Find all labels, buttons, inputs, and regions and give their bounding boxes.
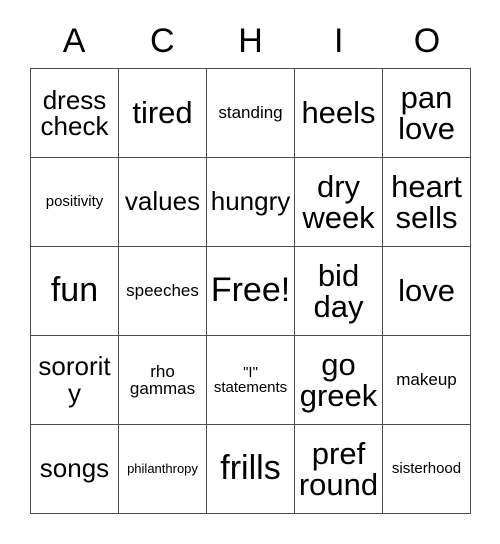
bingo-cell[interactable]: philanthropy xyxy=(119,425,207,514)
bingo-cell-label: "I" statements xyxy=(213,364,288,396)
bingo-row: fun speeches Free! bid day love xyxy=(31,247,471,336)
bingo-cell[interactable]: fun xyxy=(31,247,119,336)
bingo-cell-label: songs xyxy=(39,453,110,484)
bingo-cell-label: pref round xyxy=(298,436,379,502)
bingo-row: songs philanthropy frills pref round sisterh… xyxy=(31,425,471,514)
bingo-cell-free[interactable]: Free! xyxy=(207,247,295,336)
bingo-cell[interactable]: speeches xyxy=(119,247,207,336)
bingo-cell[interactable]: values xyxy=(119,158,207,247)
bingo-cell-label: heart sells xyxy=(391,169,462,235)
bingo-cell[interactable]: rho gammas xyxy=(119,336,207,425)
bingo-cell-label: Free! xyxy=(210,271,291,310)
bingo-cell-label: dress check xyxy=(40,85,109,141)
bingo-cell-label: pan love xyxy=(398,80,455,146)
header-letter-1: C xyxy=(150,22,175,60)
bingo-cell[interactable]: hungry xyxy=(207,158,295,247)
bingo-cell-label: dry week xyxy=(302,169,375,235)
bingo-cell[interactable]: sorority xyxy=(31,336,119,425)
bingo-cell-label: heels xyxy=(301,94,376,130)
bingo-cell[interactable]: tired xyxy=(119,69,207,158)
bingo-cell[interactable]: dress check xyxy=(31,69,119,158)
bingo-cell-label: fun xyxy=(50,271,99,310)
bingo-cell[interactable]: "I" statements xyxy=(207,336,295,425)
bingo-cell[interactable]: songs xyxy=(31,425,119,514)
header-letter-3: I xyxy=(333,22,344,60)
bingo-cell-label: speeches xyxy=(126,281,199,301)
bingo-cell-label: rho gammas xyxy=(129,362,196,398)
bingo-cell[interactable]: love xyxy=(383,247,471,336)
bingo-cell-label: values xyxy=(124,186,201,217)
header-letter-4: O xyxy=(413,22,441,60)
bingo-cell[interactable]: standing xyxy=(207,69,295,158)
bingo-cell[interactable]: sisterhood xyxy=(383,425,471,514)
bingo-cell-label: philanthropy xyxy=(127,461,198,477)
bingo-cell-label: tired xyxy=(132,94,193,130)
bingo-cell[interactable]: positivity xyxy=(31,158,119,247)
bingo-cell-label: sorority xyxy=(38,350,111,408)
bingo-row: positivity values hungry dry week heart sell… xyxy=(31,158,471,247)
bingo-cell-label: bid day xyxy=(313,258,364,324)
bingo-cell-label: frills xyxy=(220,449,281,488)
bingo-cell-label: makeup xyxy=(396,370,457,390)
bingo-cell[interactable]: dry week xyxy=(295,158,383,247)
header-letter-0: A xyxy=(62,22,86,60)
bingo-cell-label: sisterhood xyxy=(391,460,462,478)
header-letter-2: H xyxy=(238,22,263,60)
bingo-cell-label: positivity xyxy=(45,193,104,211)
bingo-cell-label: standing xyxy=(218,103,283,123)
bingo-cell[interactable]: makeup xyxy=(383,336,471,425)
bingo-cell[interactable]: pref round xyxy=(295,425,383,514)
bingo-cell[interactable]: bid day xyxy=(295,247,383,336)
bingo-cell[interactable]: heart sells xyxy=(383,158,471,247)
bingo-row: dress check tired standing heels pan love xyxy=(31,69,471,158)
bingo-cell-label: go greek xyxy=(299,347,378,413)
bingo-cell-label: hungry xyxy=(210,186,291,217)
bingo-card: A C H I O dress check tired standing heels p… xyxy=(0,0,500,544)
bingo-cell[interactable]: pan love xyxy=(383,69,471,158)
bingo-row: sorority rho gammas "I" statements go greek… xyxy=(31,336,471,425)
bingo-grid: dress check tired standing heels pan love pos… xyxy=(30,68,471,514)
bingo-cell-label: love xyxy=(398,272,455,308)
bingo-cell[interactable]: heels xyxy=(295,69,383,158)
bingo-cell[interactable]: frills xyxy=(207,425,295,514)
bingo-header-row: A C H I O xyxy=(30,14,471,68)
bingo-cell[interactable]: go greek xyxy=(295,336,383,425)
